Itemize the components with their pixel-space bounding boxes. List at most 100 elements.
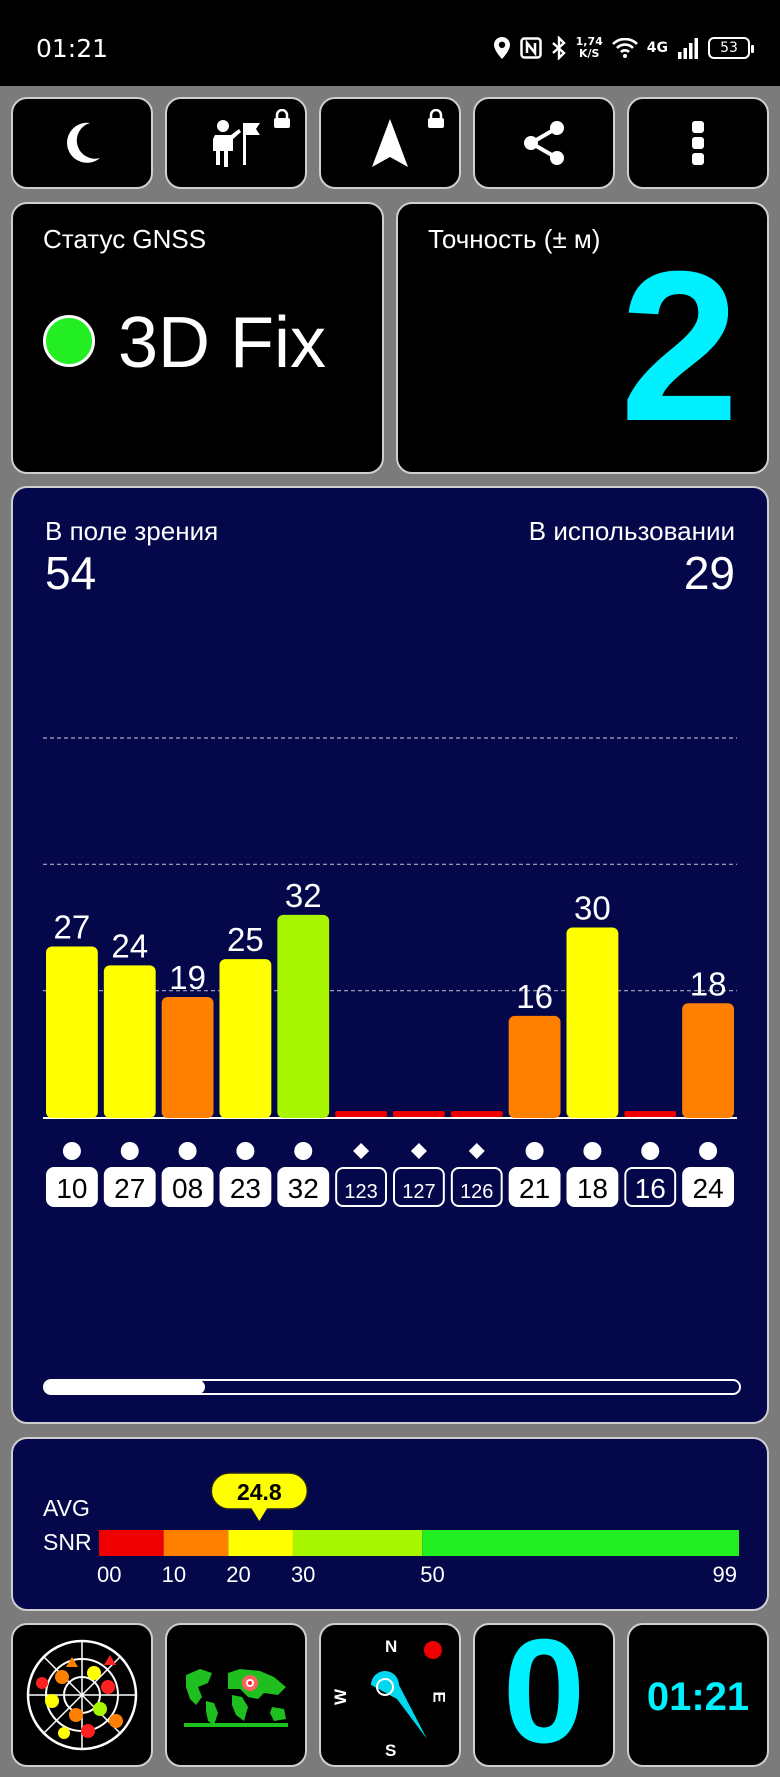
snr-bar-empty <box>335 1111 387 1117</box>
constellation-diamond-icon <box>468 1143 485 1159</box>
sky-view-button[interactable] <box>11 1623 153 1767</box>
map-view-button[interactable] <box>165 1623 307 1767</box>
more-menu-button[interactable] <box>627 97 769 189</box>
satellite-id: 16 <box>635 1173 666 1204</box>
snr-scale-tick: 00 <box>97 1562 121 1587</box>
avg-snr-pointer <box>251 1508 268 1521</box>
constellation-circle-icon <box>236 1142 255 1160</box>
constellation-circle-icon <box>62 1142 81 1160</box>
compass-needle-icon <box>371 1641 442 1739</box>
compass-button[interactable]: N E S W <box>319 1623 461 1767</box>
scrollbar-thumb[interactable] <box>45 1380 205 1394</box>
signal-icon <box>678 38 698 59</box>
satellite-id: 18 <box>577 1173 608 1204</box>
avg-snr-card: AVG SNR 00 10 20 30 50 99 24.8 <box>11 1437 769 1611</box>
snr-bar-label: 30 <box>574 890 611 927</box>
snr-bar <box>46 946 98 1118</box>
wifi-icon <box>611 38 638 58</box>
sky-plot-icon <box>26 1639 138 1751</box>
satellite-id: 126 <box>460 1181 493 1203</box>
network-type: 4G <box>646 40 668 56</box>
bluetooth-icon <box>551 36 566 60</box>
status-bar: 01:21 1,74 K/S 4G 53 <box>0 0 780 86</box>
satellite-id: 08 <box>172 1173 203 1204</box>
snr-scale-tick: 30 <box>291 1562 315 1587</box>
avg-snr-value: 24.8 <box>237 1479 282 1505</box>
world-map-icon <box>184 1669 288 1727</box>
satellite-id: 127 <box>402 1181 435 1203</box>
snr-scale: 00 10 20 30 50 99 24.8 <box>97 1472 739 1587</box>
snr-bar-label: 25 <box>227 921 264 958</box>
snr-bar <box>219 959 272 1118</box>
satellites-used-big: 0 <box>502 1609 586 1774</box>
navigation-button-locked[interactable] <box>319 97 461 189</box>
satellite-id: 10 <box>56 1173 87 1204</box>
satellite-id: 123 <box>344 1181 377 1203</box>
snr-bar-label: 32 <box>285 877 322 914</box>
snr-bar-label: 18 <box>690 965 727 1002</box>
lock-icon <box>274 109 290 128</box>
moon-icon <box>67 122 100 163</box>
constellation-circle-icon <box>699 1142 718 1160</box>
in-view-count: 54 <box>45 547 97 599</box>
snr-scale-segment <box>292 1530 423 1556</box>
constellation-circle-icon <box>525 1142 544 1160</box>
share-button[interactable] <box>473 97 615 189</box>
speed-unit: K/S <box>578 47 600 60</box>
battery-icon: 53 <box>708 37 754 59</box>
satellite-id: 21 <box>519 1173 550 1204</box>
constellation-diamond-icon <box>353 1143 370 1159</box>
snr-scale-tick: 99 <box>713 1562 737 1587</box>
snr-bar-empty <box>624 1111 677 1117</box>
lock-icon <box>428 109 444 128</box>
location-icon <box>493 37 510 59</box>
snr-scale-segment <box>228 1530 293 1556</box>
status-time: 01:21 <box>36 34 109 63</box>
navigation-arrow-icon <box>372 119 408 167</box>
clock-tile[interactable]: 01:21 <box>627 1623 769 1767</box>
night-mode-button[interactable] <box>11 97 153 189</box>
snr-scale-tick: 10 <box>162 1562 186 1587</box>
feature-button-locked[interactable] <box>165 97 307 189</box>
satellite-snr-chart: 27 10 24 27 19 08 25 23 32 32 123 127 126 16 21 30 18 16 1… <box>43 737 737 1207</box>
accuracy-value: 2 <box>619 227 739 466</box>
accuracy-title: Точность (± м) <box>428 224 601 254</box>
in-view-label: В поле зрения <box>45 516 219 546</box>
nfc-icon <box>519 37 542 59</box>
share-icon <box>524 121 564 165</box>
satellites-used-tile[interactable]: 0 <box>473 1617 615 1767</box>
gnss-status-card: Статус GNSS 3D Fix <box>11 202 384 474</box>
status-icons: 1,74 K/S 4G 53 <box>493 30 754 66</box>
snr-scale-segment <box>163 1530 229 1556</box>
constellation-circle-icon <box>294 1142 313 1160</box>
snr-bar <box>566 927 619 1118</box>
snr-bar <box>161 996 214 1118</box>
satellite-scrollbar[interactable] <box>43 1379 741 1395</box>
fix-status-value: 3D Fix <box>118 303 327 383</box>
clock-time: 01:21 <box>646 1675 750 1719</box>
satellite-id: 23 <box>230 1173 261 1204</box>
constellation-circle-icon <box>178 1142 197 1160</box>
snr-bar-label: 24 <box>111 927 148 964</box>
snr-bar-empty <box>393 1111 445 1117</box>
satellite-id: 27 <box>114 1173 145 1204</box>
snr-bar-label: 27 <box>54 908 91 945</box>
snr-bar-label: 16 <box>516 978 553 1015</box>
battery-level: 53 <box>720 40 738 56</box>
snr-bar-empty <box>450 1111 503 1117</box>
satellite-signal-card: В поле зрения 54 В использовании 29 27 10… <box>11 486 769 1424</box>
snr-bar <box>508 1015 561 1118</box>
more-vertical-icon <box>692 121 704 165</box>
snr-scale-segment <box>422 1530 739 1556</box>
snr-scale-segment <box>99 1530 164 1556</box>
constellation-circle-icon <box>641 1142 660 1160</box>
person-flag-icon <box>213 120 260 167</box>
gnss-status-title: Статус GNSS <box>43 224 207 254</box>
snr-bar <box>103 965 156 1118</box>
in-use-label: В использовании <box>528 516 735 546</box>
snr-bar-label: 19 <box>169 959 206 996</box>
snr-bar <box>682 1003 734 1118</box>
snr-scale-tick: 20 <box>226 1562 250 1587</box>
network-speed: 1,74 K/S <box>576 36 603 60</box>
satellite-id: 24 <box>693 1173 724 1204</box>
